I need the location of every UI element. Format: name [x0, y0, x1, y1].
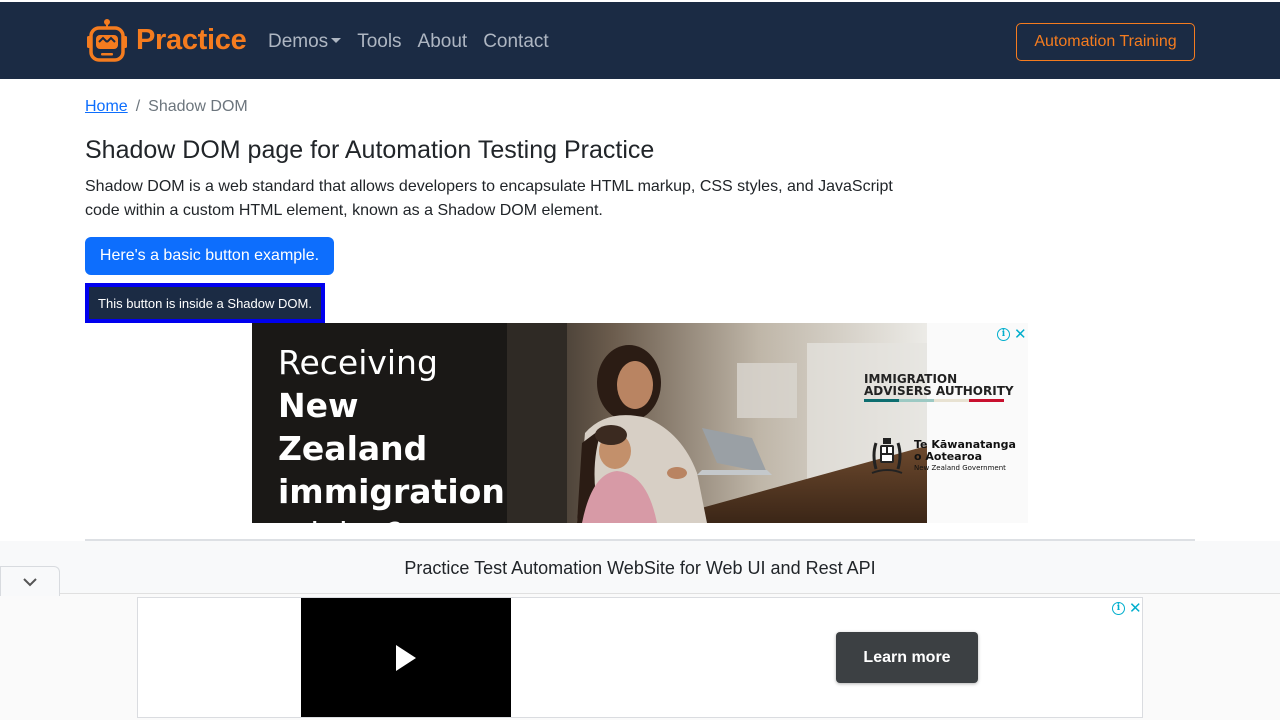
video-player[interactable] — [301, 598, 511, 717]
nav-demos-dropdown[interactable]: Demos — [268, 31, 342, 53]
anchor-ad-choices[interactable]: i ✕ — [1112, 599, 1142, 617]
breadcrumb: Home / Shadow DOM — [85, 98, 248, 116]
nz-government-text: Te Kāwanatanga o Aotearoa New Zealand Go… — [914, 439, 1016, 473]
ad-choices[interactable]: i ✕ — [997, 325, 1027, 343]
nav-about[interactable]: About — [418, 31, 468, 53]
iaa-line-2: ADVISERS AUTHORITY — [864, 384, 1014, 398]
robot-logo-icon — [87, 19, 127, 62]
footer-divider — [85, 539, 1195, 541]
nz-government-logo: Te Kāwanatanga o Aotearoa New Zealand Go… — [864, 433, 1016, 479]
breadcrumb-current: Shadow DOM — [148, 98, 248, 115]
caret-down-icon — [331, 37, 342, 43]
ad-line-4: advice? — [278, 513, 507, 523]
ad-text-panel: Receiving New Zealand immigration advice… — [252, 323, 507, 523]
breadcrumb-home-link[interactable]: Home — [85, 98, 128, 116]
info-icon[interactable]: i — [1112, 601, 1125, 615]
ad-headline: Receiving New Zealand immigration advice… — [278, 341, 507, 523]
footer-text: Practice Test Automation WebSite for Web… — [404, 558, 876, 578]
ad-line-2: New Zealand — [278, 386, 428, 468]
play-icon[interactable] — [394, 644, 418, 672]
top-navbar: Practice Demos Tools About Contact Autom… — [0, 0, 1280, 79]
nav-links: Demos Tools About Contact — [268, 31, 565, 53]
nav-demos-label: Demos — [268, 31, 329, 52]
automation-training-button[interactable]: Automation Training — [1016, 23, 1195, 61]
anchor-ad[interactable]: i ✕ — [137, 597, 1143, 718]
ad-line-3: immigration — [278, 472, 505, 511]
brand-name: Practice — [136, 23, 247, 56]
page-description: Shadow DOM is a web standard that allows… — [85, 178, 893, 219]
ad-banner[interactable]: Receiving New Zealand immigration advice… — [252, 323, 1028, 523]
shadow-dom-button[interactable]: This button is inside a Shadow DOM. — [85, 283, 325, 323]
basic-example-button[interactable]: Here's a basic button example. — [85, 237, 334, 275]
brand-link[interactable]: Practice — [85, 18, 247, 62]
nz-coat-of-arms-icon — [871, 438, 903, 474]
ad-photo-mother-child — [507, 323, 927, 523]
anchor-collapse-toggle[interactable] — [0, 566, 60, 596]
learn-more-button[interactable]: Learn more — [836, 632, 978, 683]
nav-contact[interactable]: Contact — [483, 31, 548, 53]
iaa-color-stripe — [864, 399, 1004, 402]
gov-line-3: New Zealand Government — [914, 464, 1006, 472]
immigration-advisers-logo: IMMIGRATION ADVISERS AUTHORITY — [864, 373, 1014, 397]
info-icon[interactable]: i — [997, 327, 1010, 341]
nav-tools[interactable]: Tools — [357, 31, 401, 53]
chevron-down-icon — [23, 577, 37, 586]
ad-line-1: Receiving — [278, 343, 438, 382]
page-title: Shadow DOM page for Automation Testing P… — [85, 136, 655, 164]
close-icon[interactable]: ✕ — [1014, 325, 1027, 343]
close-icon[interactable]: ✕ — [1129, 599, 1142, 617]
gov-line-2: o Aotearoa — [914, 450, 983, 463]
breadcrumb-separator: / — [135, 98, 141, 115]
